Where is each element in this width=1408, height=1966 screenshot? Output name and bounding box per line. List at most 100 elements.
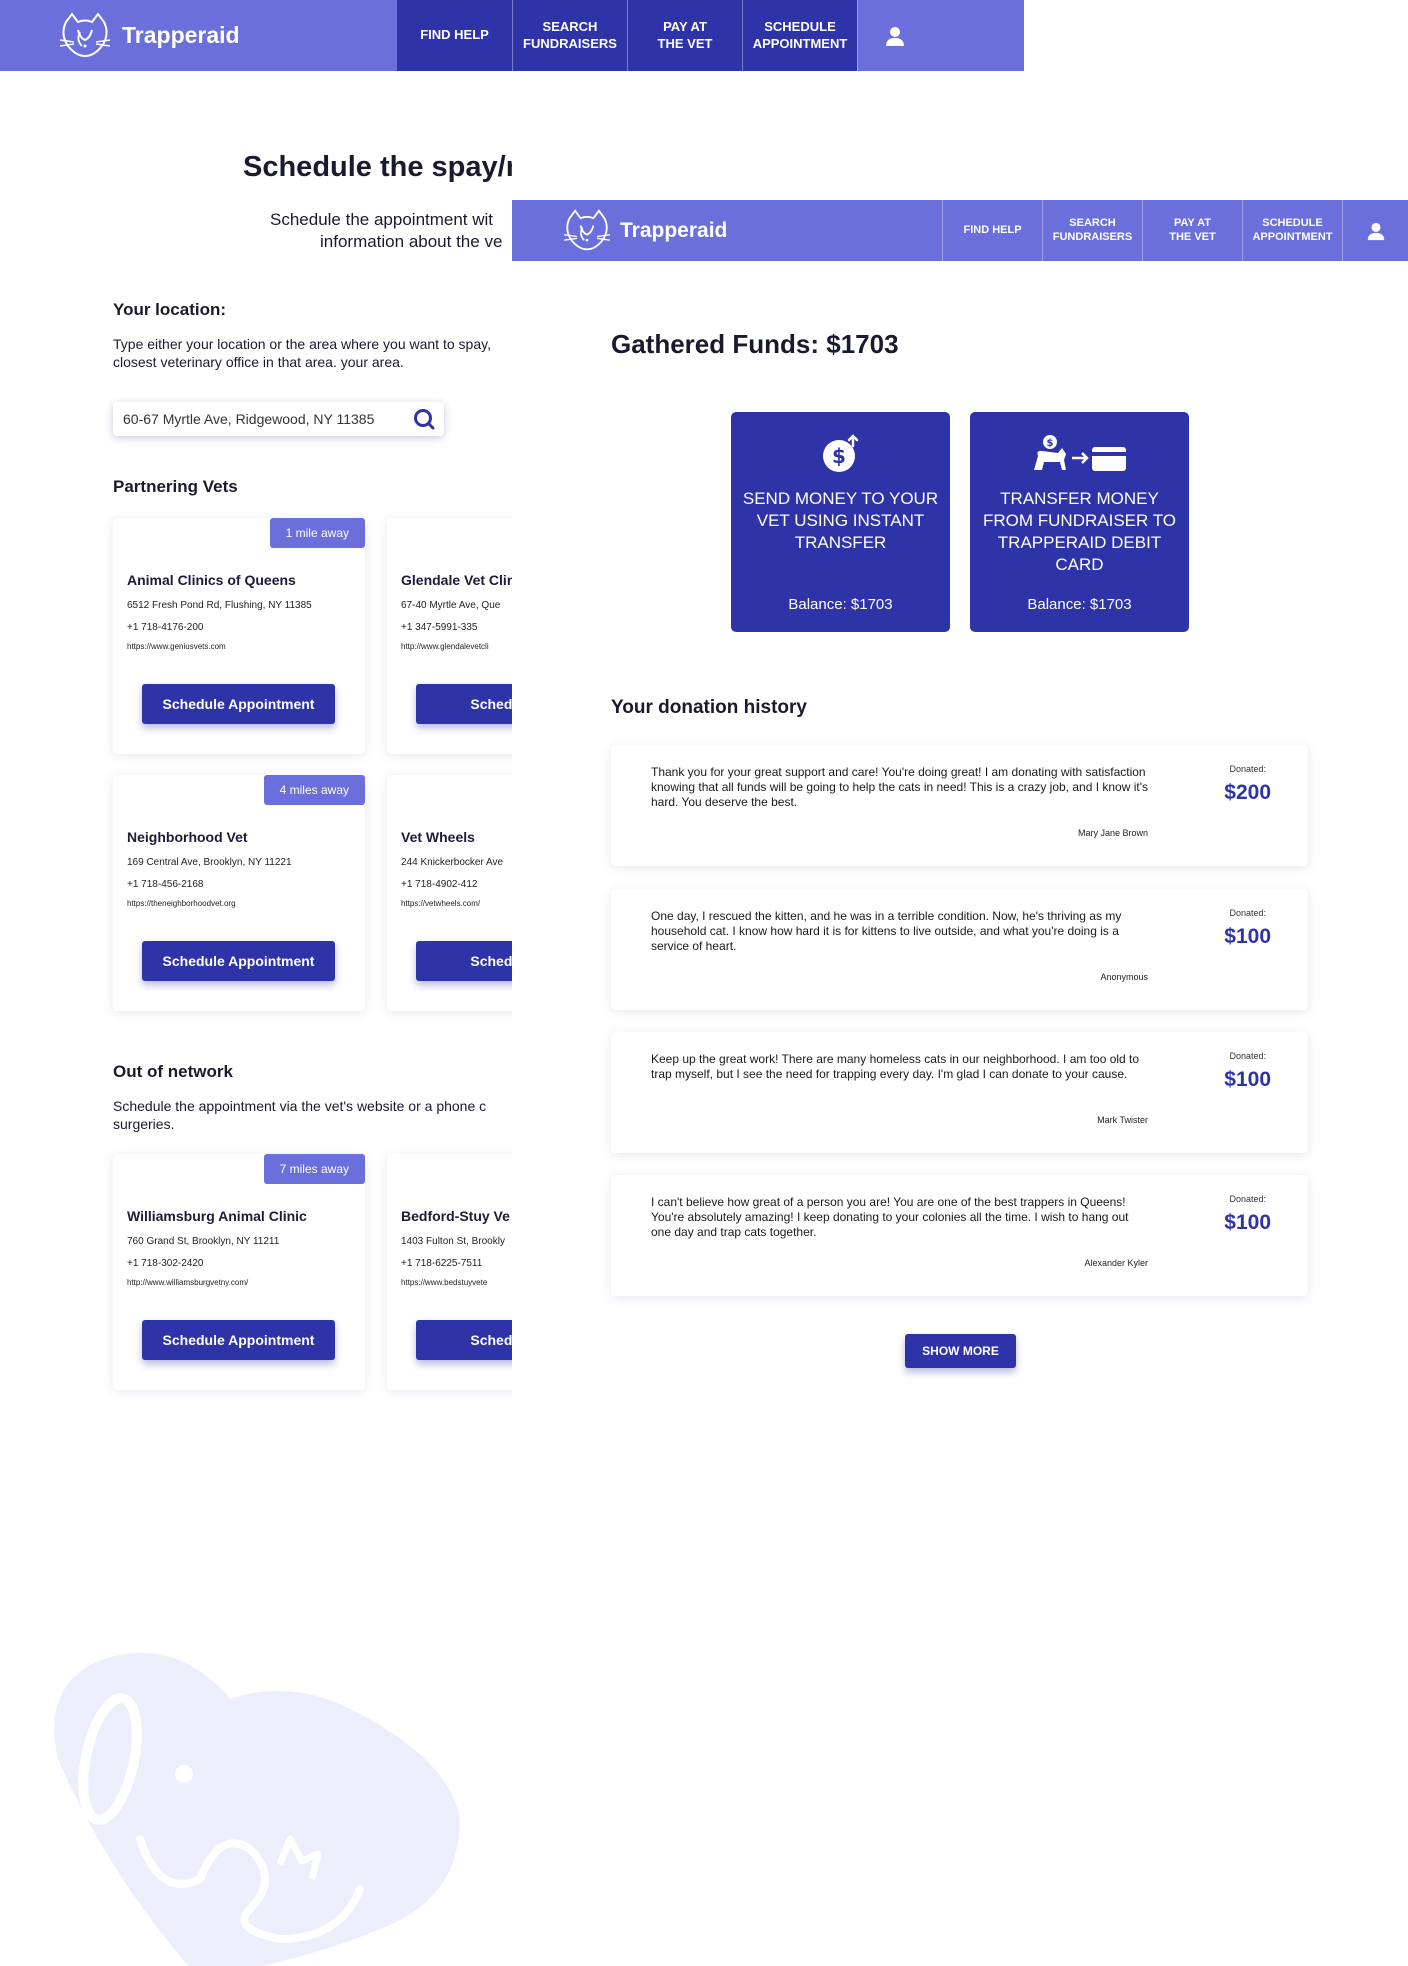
vet-card: 1 mile away Animal Clinics of Queens 651… <box>113 518 365 754</box>
location-search-input[interactable] <box>121 410 412 428</box>
page-title: Schedule the spay/neuter appointment <box>243 151 512 183</box>
nav-find-help[interactable]: FIND HELP <box>397 0 512 71</box>
vet-url[interactable]: https://www.bedstuyvete <box>401 1278 487 1287</box>
donor-name: Alexander Kyler <box>1084 1258 1148 1268</box>
vet-url[interactable]: https://vetwheels.com/ <box>401 899 480 908</box>
brand-name: Trapperaid <box>620 218 728 242</box>
donor-name: Mary Jane Brown <box>1077 828 1148 838</box>
svg-text:$: $ <box>832 444 846 468</box>
nav-label: APPOINTMENT <box>1252 230 1333 243</box>
location-search <box>113 402 444 436</box>
nav-label: SCHEDULE <box>764 19 836 35</box>
nav-search-fundraisers[interactable]: SEARCH FUNDRAISERS <box>512 0 627 71</box>
location-description: Type either your location or the area wh… <box>113 335 512 371</box>
distance-badge: 1 mile away <box>269 518 365 548</box>
vet-url[interactable]: https://www.geniusvets.com <box>127 642 226 651</box>
user-icon <box>885 26 904 46</box>
nav-label: APPOINTMENT <box>752 35 848 51</box>
cat-logo-icon <box>59 11 111 57</box>
out-of-network-heading: Out of network <box>113 1062 233 1081</box>
vet-address: 67-40 Myrtle Ave, Que <box>401 600 501 611</box>
action-title: TRANSFER MONEY FROM FUNDRAISER TO TRAPPE… <box>983 489 1176 574</box>
donor-name: Mark Twister <box>1097 1115 1148 1125</box>
nav-schedule-appointment[interactable]: SCHEDULE APPOINTMENT <box>1242 200 1342 261</box>
action-title: SEND MONEY TO YOUR VET USING INSTANT TRA… <box>742 489 939 552</box>
donation-amount: $100 <box>1224 1068 1271 1091</box>
vet-card: 7 miles away Williamsburg Animal Clinic … <box>113 1154 365 1390</box>
vet-url[interactable]: http://www.williamsburgvetny.com/ <box>127 1278 248 1287</box>
vet-phone: +1 718-6225-7511 <box>401 1258 483 1269</box>
brand-logo[interactable]: Trapperaid <box>0 0 397 71</box>
donation-card: One day, I rescued the kitten, and he wa… <box>611 889 1308 1010</box>
page-subtitle: Schedule the appointment wit information… <box>262 209 512 253</box>
location-heading: Your location: <box>113 300 227 319</box>
transfer-to-card-card[interactable]: $ TRANSFER MONEY FROM FUNDRAISER TO TRAP… <box>970 412 1189 632</box>
vet-card: Glendale Vet Clin 67-40 Myrtle Ave, Que … <box>387 518 512 754</box>
out-network-line: Schedule the appointment via the vet's w… <box>113 1098 487 1114</box>
donor-name: Anonymous <box>1100 972 1148 982</box>
send-to-vet-card[interactable]: $ SEND MONEY TO YOUR VET USING INSTANT T… <box>731 412 950 632</box>
vet-name: Glendale Vet Clin <box>401 572 512 588</box>
schedule-appointment-button[interactable]: Schedule Ap <box>416 684 512 724</box>
donated-label: Donated: <box>1229 764 1266 774</box>
nav-label: PAY AT <box>663 19 707 35</box>
donation-message: Keep up the great work! There are many h… <box>651 1052 1140 1081</box>
action-balance: Balance: $1703 <box>1027 596 1132 613</box>
donation-message: Thank you for your great support and car… <box>651 765 1149 809</box>
donated-label: Donated: <box>1229 1194 1266 1204</box>
nav-label: SEARCH <box>1069 216 1116 229</box>
nav-find-help[interactable]: FIND HELP <box>942 200 1042 261</box>
schedule-page: Schedule the spay/neuter appointment Sch… <box>0 71 512 1966</box>
vet-address: 244 Knickerbocker Ave <box>401 857 504 868</box>
nav-schedule-appointment[interactable]: SCHEDULE APPOINTMENT <box>742 0 857 71</box>
subtitle-line: Schedule the appointment wit <box>270 210 494 229</box>
user-account-button[interactable] <box>857 0 931 71</box>
schedule-appointment-button[interactable]: Schedule Ap <box>416 941 512 981</box>
search-button[interactable] <box>412 407 436 431</box>
schedule-appointment-button[interactable]: Schedule Ap <box>416 1320 512 1360</box>
schedule-page-viewport: Schedule the spay/neuter appointment Sch… <box>0 71 512 1966</box>
cat-logo-icon <box>563 208 611 250</box>
vet-card: Vet Wheels 244 Knickerbocker Ave +1 718-… <box>387 775 512 1011</box>
donation-card: Thank you for your great support and car… <box>611 745 1308 866</box>
brand-name: Trapperaid <box>122 22 240 48</box>
vet-phone: +1 718-4176-200 <box>127 622 204 633</box>
vet-url[interactable]: https://theneighborhoodvet.org <box>127 899 236 908</box>
nav-pay-at-vet[interactable]: PAY AT THE VET <box>1142 200 1242 261</box>
nav-label: FUNDRAISERS <box>1052 230 1133 243</box>
donation-message: I can't believe how great of a person yo… <box>651 1195 1129 1239</box>
nav-label: SCHEDULE <box>1262 216 1323 229</box>
nav-label: SEARCH <box>542 19 598 35</box>
vet-address: 169 Central Ave, Brooklyn, NY 11221 <box>127 857 292 868</box>
gathered-funds-title: Gathered Funds: $1703 <box>611 329 899 359</box>
user-account-button[interactable] <box>1342 200 1408 261</box>
vet-card: Bedford-Stuy Ve 1403 Fulton St, Brookly … <box>387 1154 512 1390</box>
heart-cat-watermark-icon <box>54 1652 460 1966</box>
partnering-vets-heading: Partnering Vets <box>113 477 238 496</box>
vet-name: Williamsburg Animal Clinic <box>127 1208 307 1224</box>
show-more-button[interactable]: SHOW MORE <box>905 1334 1016 1368</box>
nav-pay-at-vet[interactable]: PAY AT THE VET <box>627 0 742 71</box>
out-network-line: surgeries. <box>113 1116 175 1132</box>
distance-badge: 4 miles away <box>263 775 365 805</box>
donation-history-heading: Your donation history <box>611 697 807 718</box>
top-nav-front: Trapperaid FIND HELP SEARCH FUNDRAISERS P… <box>512 200 1408 261</box>
vet-url[interactable]: http://www.glendalevetcli <box>401 642 489 651</box>
schedule-appointment-button[interactable]: Schedule Appointment <box>142 941 335 981</box>
vet-address: 1403 Fulton St, Brookly <box>401 1236 505 1247</box>
top-nav-back: Trapperaid FIND HELP SEARCH FUNDRAISERS P… <box>0 0 1024 71</box>
cat-to-card-icon: $ <box>1033 435 1126 471</box>
schedule-appointment-button[interactable]: Schedule Appointment <box>142 1320 335 1360</box>
distance-badge: 7 miles away <box>263 1154 365 1184</box>
vet-name: Animal Clinics of Queens <box>127 572 296 588</box>
donation-amount: $100 <box>1224 1211 1271 1234</box>
svg-text:$: $ <box>1046 438 1053 449</box>
search-icon <box>414 409 435 430</box>
nav-label: FUNDRAISERS <box>523 35 617 51</box>
nav-label: THE VET <box>1169 230 1216 243</box>
donated-label: Donated: <box>1229 908 1266 918</box>
schedule-appointment-button[interactable]: Schedule Appointment <box>142 684 335 724</box>
action-balance: Balance: $1703 <box>788 596 893 613</box>
nav-search-fundraisers[interactable]: SEARCH FUNDRAISERS <box>1042 200 1142 261</box>
brand-logo[interactable]: Trapperaid <box>512 200 727 261</box>
